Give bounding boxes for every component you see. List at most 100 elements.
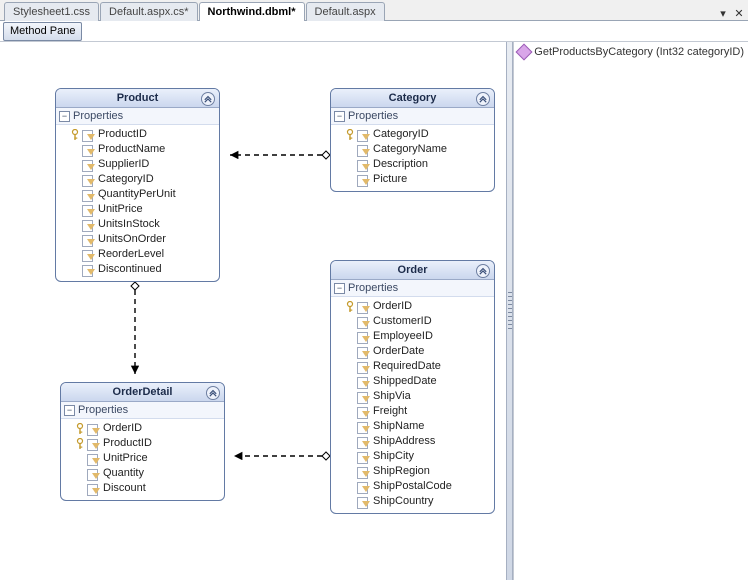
entity-orderdetail[interactable]: OrderDetail − Properties OrderID Product… [60,382,225,501]
property-name: ShipPostalCode [373,479,452,494]
property-row[interactable]: ShipCountry [345,494,491,509]
method-pane: GetProductsByCategory (Int32 categoryID) [513,42,748,580]
property-icon [87,439,100,449]
minus-icon: − [334,283,345,294]
tab-default-cs[interactable]: Default.aspx.cs* [100,2,197,21]
property-name: ProductID [103,436,152,451]
property-name: ShipAddress [373,434,435,449]
minus-icon: − [59,111,70,122]
property-name: UnitsInStock [98,217,160,232]
key-icon [75,423,84,435]
window-menu-icon[interactable]: ▾ [716,6,730,20]
properties-section[interactable]: − Properties [61,402,224,419]
key-icon [75,438,84,450]
property-row[interactable]: ShipPostalCode [345,479,491,494]
property-icon [82,190,95,200]
property-row[interactable]: RequiredDate [345,359,491,374]
designer-toolbar: Method Pane [0,21,748,42]
method-item[interactable]: GetProductsByCategory (Int32 categoryID) [518,46,744,58]
entity-order[interactable]: Order − Properties OrderID CustomerID Em… [330,260,495,514]
property-row[interactable]: Discount [75,481,221,496]
collapse-icon[interactable] [476,92,490,106]
entity-title-text: OrderDetail [113,386,173,398]
property-row[interactable]: CategoryID [70,172,216,187]
relation-product-orderdetail[interactable] [131,282,139,374]
property-row[interactable]: UnitPrice [70,202,216,217]
property-row[interactable]: ProductID [70,127,216,142]
relation-order-orderdetail[interactable] [234,452,330,460]
tab-stylesheet[interactable]: Stylesheet1.css [4,2,99,21]
method-pane-button[interactable]: Method Pane [3,22,82,41]
property-name: ShipCity [373,449,414,464]
property-row[interactable]: ShipAddress [345,434,491,449]
property-row[interactable]: ShipCity [345,449,491,464]
property-row[interactable]: ShipVia [345,389,491,404]
property-name: ShipName [373,419,424,434]
property-row[interactable]: ShipRegion [345,464,491,479]
property-row[interactable]: Description [345,157,491,172]
entity-title: Category [331,89,494,108]
property-row[interactable]: UnitsOnOrder [70,232,216,247]
property-row[interactable]: OrderID [75,421,221,436]
tab-northwind-dbml[interactable]: Northwind.dbml* [199,2,305,21]
property-icon [82,250,95,260]
property-name: ReorderLevel [98,247,164,262]
property-row[interactable]: OrderID [345,299,491,314]
property-name: EmployeeID [373,329,433,344]
tab-default-aspx[interactable]: Default.aspx [306,2,385,21]
property-name: CategoryID [98,172,154,187]
property-icon [357,317,370,327]
property-row[interactable]: OrderDate [345,344,491,359]
property-list: OrderID ProductID UnitPrice Quantity Dis… [61,419,224,500]
property-name: OrderID [373,299,412,314]
property-row[interactable]: ProductName [70,142,216,157]
property-icon [357,497,370,507]
collapse-icon[interactable] [201,92,215,106]
property-row[interactable]: ShippedDate [345,374,491,389]
property-row[interactable]: UnitsInStock [70,217,216,232]
collapse-icon[interactable] [206,386,220,400]
property-row[interactable]: CustomerID [345,314,491,329]
property-row[interactable]: CategoryName [345,142,491,157]
property-name: CustomerID [373,314,432,329]
property-row[interactable]: Picture [345,172,491,187]
property-row[interactable]: QuantityPerUnit [70,187,216,202]
property-row[interactable]: Discontinued [70,262,216,277]
vertical-splitter[interactable] [506,42,514,580]
orm-designer-canvas[interactable]: Product − Properties ProductID ProductNa… [0,42,506,580]
property-row[interactable]: SupplierID [70,157,216,172]
close-document-icon[interactable]: ✕ [732,6,746,20]
property-name: OrderDate [373,344,424,359]
property-row[interactable]: ProductID [75,436,221,451]
property-name: CategoryID [373,127,429,142]
property-icon [82,145,95,155]
property-icon [357,302,370,312]
properties-section[interactable]: − Properties [331,280,494,297]
property-row[interactable]: Freight [345,404,491,419]
section-label: Properties [348,282,398,294]
property-name: Quantity [103,466,144,481]
property-row[interactable]: EmployeeID [345,329,491,344]
relation-category-product[interactable] [230,151,330,159]
method-icon [516,44,533,61]
property-row[interactable]: ShipName [345,419,491,434]
entity-product[interactable]: Product − Properties ProductID ProductNa… [55,88,220,282]
property-name: ShipCountry [373,494,434,509]
property-name: Discount [103,481,146,496]
property-row[interactable]: UnitPrice [75,451,221,466]
entity-category[interactable]: Category − Properties CategoryID Categor… [330,88,495,192]
key-icon [70,129,79,141]
document-tab-strip: Stylesheet1.css Default.aspx.cs* Northwi… [0,0,748,21]
property-row[interactable]: ReorderLevel [70,247,216,262]
property-icon [87,454,100,464]
property-name: Freight [373,404,407,419]
property-name: UnitsOnOrder [98,232,166,247]
property-icon [357,377,370,387]
collapse-icon[interactable] [476,264,490,278]
property-name: CategoryName [373,142,447,157]
property-row[interactable]: Quantity [75,466,221,481]
properties-section[interactable]: − Properties [331,108,494,125]
property-icon [357,347,370,357]
property-row[interactable]: CategoryID [345,127,491,142]
properties-section[interactable]: − Properties [56,108,219,125]
